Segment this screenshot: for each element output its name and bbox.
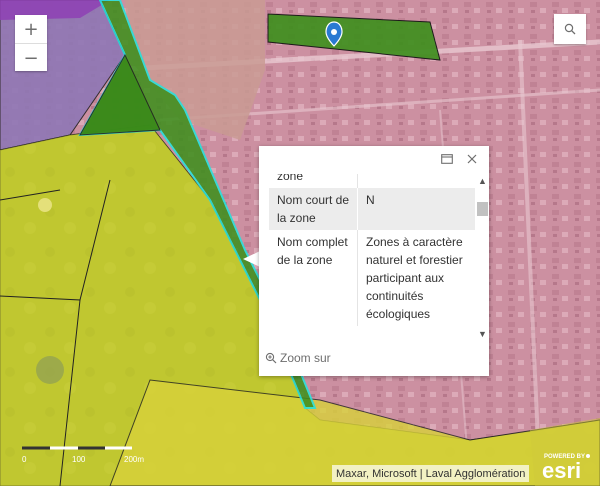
scroll-up-icon[interactable]: ▲: [478, 176, 487, 186]
popup-pointer: [243, 251, 260, 267]
scale-bar: 0 100 200m: [22, 446, 144, 464]
zoom-to-label: Zoom sur: [280, 351, 331, 365]
zoom-out-button[interactable]: −: [15, 44, 47, 72]
zoom-in-button[interactable]: +: [15, 15, 47, 44]
zoom-control: + −: [15, 15, 47, 71]
scroll-thumb[interactable]: [477, 202, 488, 216]
dock-icon: [441, 154, 453, 164]
attribute-value: Zones à caractère naturel et forestier p…: [357, 230, 475, 326]
close-button[interactable]: [467, 151, 477, 169]
zoom-to-button[interactable]: Zoom sur: [265, 351, 331, 365]
attribute-label: Nom court de la zone: [277, 193, 350, 225]
attribution-text[interactable]: Maxar, Microsoft | Laval Agglomération: [332, 465, 530, 482]
attribute-row: Nom court de la zone N: [269, 188, 475, 230]
attribute-value: N: [357, 188, 475, 230]
zoom-in-icon: [265, 352, 277, 364]
esri-logo[interactable]: POWERED BY esri: [538, 450, 594, 482]
scale-label: 200m: [124, 455, 144, 464]
feature-popup: zone Nom court de la zone N Nom complet …: [259, 146, 489, 376]
scroll-down-icon[interactable]: ▼: [478, 329, 487, 339]
attribute-row: Nom complet de la zone Zones à caractère…: [269, 230, 475, 326]
dock-button[interactable]: [441, 151, 453, 169]
popup-header: [259, 146, 489, 174]
search-icon: [564, 23, 576, 35]
popup-scrollbar[interactable]: ▲ ▼: [476, 174, 489, 344]
scale-label: 100: [72, 455, 86, 464]
close-icon: [467, 154, 477, 164]
popup-attributes[interactable]: zone Nom court de la zone N Nom complet …: [269, 168, 475, 344]
search-button[interactable]: [554, 14, 586, 44]
scale-label: 0: [22, 455, 27, 464]
attribute-label: Nom complet de la zone: [277, 235, 348, 267]
logo-main-text: esri: [542, 458, 581, 482]
